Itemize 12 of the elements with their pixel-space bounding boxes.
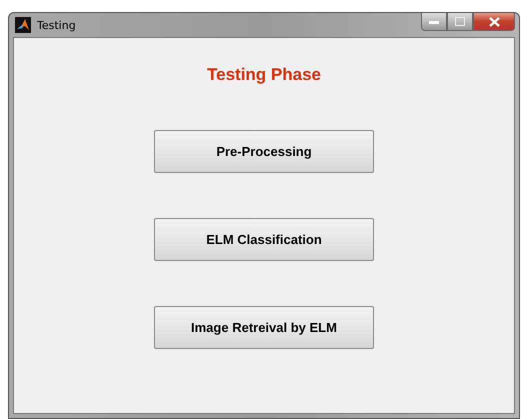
minimize-button[interactable]: [421, 13, 447, 31]
action-button[interactable]: ELM Classification: [154, 218, 374, 261]
app-icon: [15, 17, 31, 33]
window-title: Testing: [37, 18, 76, 32]
action-button[interactable]: Pre-Processing: [154, 130, 374, 173]
close-button[interactable]: [473, 13, 515, 31]
heading: Testing Phase: [207, 65, 321, 85]
maximize-icon: [455, 17, 465, 26]
minimize-icon: [429, 20, 439, 24]
maximize-button[interactable]: [447, 13, 473, 31]
action-button[interactable]: Image Retreival by ELM: [154, 306, 374, 349]
close-icon: [488, 16, 500, 26]
